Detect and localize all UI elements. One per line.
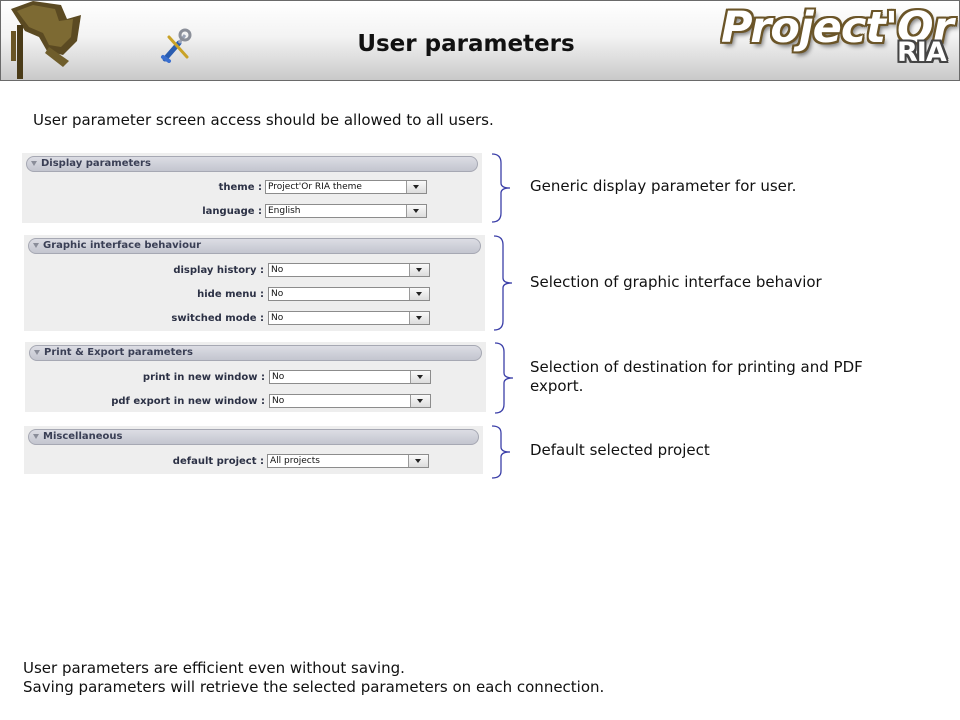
switched-mode-select[interactable]: No — [268, 311, 430, 325]
note-line: export. — [530, 377, 584, 395]
brand-logo: Project'Or RIA — [721, 3, 959, 77]
chevron-down-icon — [34, 350, 40, 355]
miscellaneous-panel: Miscellaneous default project : All proj… — [24, 426, 483, 474]
language-value: English — [268, 206, 301, 216]
print-new-window-select[interactable]: No — [269, 370, 431, 384]
default-project-value: All projects — [270, 456, 320, 466]
panel-title: Display parameters — [41, 158, 151, 169]
switched-mode-label: switched mode : — [171, 313, 264, 324]
panel-title: Miscellaneous — [43, 431, 123, 442]
brace-icon — [491, 425, 511, 479]
display-history-select[interactable]: No — [268, 263, 430, 277]
panel-header[interactable]: Display parameters — [26, 156, 478, 172]
footer-text: User parameters are efficient even witho… — [23, 659, 604, 697]
chevron-down-icon[interactable] — [409, 264, 429, 276]
print-new-window-value: No — [272, 372, 285, 382]
footer-line: User parameters are efficient even witho… — [23, 659, 405, 677]
language-label: language : — [202, 206, 262, 217]
chevron-down-icon — [33, 434, 39, 439]
print-new-window-label: print in new window : — [142, 372, 265, 383]
chevron-down-icon[interactable] — [406, 205, 426, 217]
chevron-down-icon[interactable] — [408, 455, 428, 467]
brace-icon — [494, 342, 514, 414]
default-project-select[interactable]: All projects — [267, 454, 429, 468]
default-project-label: default project : — [172, 456, 264, 467]
switched-mode-value: No — [271, 313, 284, 323]
miscellaneous-note: Default selected project — [530, 441, 710, 459]
chevron-down-icon[interactable] — [409, 312, 429, 324]
theme-value: Project'Or RIA theme — [268, 182, 362, 192]
display-history-label: display history : — [173, 265, 264, 276]
panel-title: Graphic interface behaviour — [43, 240, 202, 251]
chevron-down-icon[interactable] — [410, 371, 430, 383]
intro-text: User parameter screen access should be a… — [33, 111, 494, 129]
chevron-down-icon[interactable] — [410, 395, 430, 407]
print-export-panel: Print & Export parameters print in new w… — [25, 342, 486, 412]
brace-icon — [491, 153, 511, 223]
footer-line: Saving parameters will retrieve the sele… — [23, 678, 605, 696]
hide-menu-select[interactable]: No — [268, 287, 430, 301]
brand-suffix: RIA — [897, 37, 947, 68]
language-select[interactable]: English — [265, 204, 427, 218]
graphic-interface-panel: Graphic interface behaviour display hist… — [24, 235, 485, 331]
panel-header[interactable]: Miscellaneous — [28, 429, 479, 445]
display-history-value: No — [271, 265, 284, 275]
chevron-down-icon — [33, 243, 39, 248]
chevron-down-icon[interactable] — [406, 181, 426, 193]
theme-label: theme : — [218, 182, 262, 193]
pdf-export-new-window-label: pdf export in new window : — [111, 396, 265, 407]
display-parameters-panel: Display parameters theme : Project'Or RI… — [22, 153, 482, 223]
chevron-down-icon[interactable] — [409, 288, 429, 300]
graphic-interface-note: Selection of graphic interface behavior — [530, 273, 822, 291]
hide-menu-label: hide menu : — [197, 289, 264, 300]
theme-select[interactable]: Project'Or RIA theme — [265, 180, 427, 194]
display-parameters-note: Generic display parameter for user. — [530, 177, 797, 195]
pdf-export-new-window-select[interactable]: No — [269, 394, 431, 408]
hide-menu-value: No — [271, 289, 284, 299]
brace-icon — [493, 235, 513, 331]
panel-title: Print & Export parameters — [44, 347, 194, 358]
chevron-down-icon — [31, 161, 37, 166]
header-bar: User parameters Project'Or RIA — [0, 0, 960, 81]
print-export-note: Selection of destination for printing an… — [530, 358, 863, 396]
panel-header[interactable]: Graphic interface behaviour — [28, 238, 481, 254]
note-line: Selection of destination for printing an… — [530, 358, 863, 376]
pdf-export-new-window-value: No — [272, 396, 285, 406]
panel-header[interactable]: Print & Export parameters — [29, 345, 482, 361]
